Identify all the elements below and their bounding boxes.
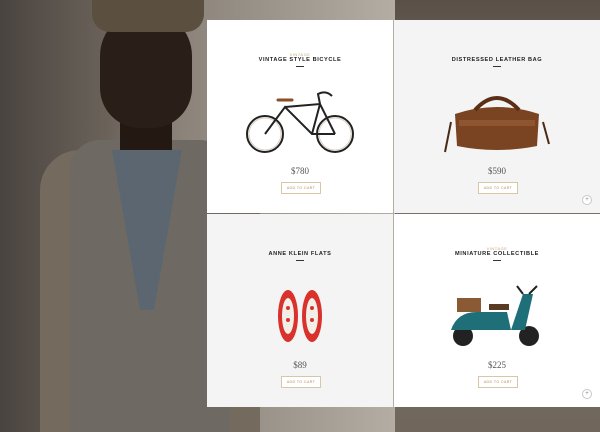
product-image-bicycle[interactable] [207, 82, 393, 172]
product-title[interactable]: Miniature Collectible [394, 251, 600, 257]
product-image-scooter[interactable] [394, 276, 600, 366]
product-image-flats[interactable] [207, 276, 393, 366]
scooter-icon [451, 285, 539, 346]
product-title[interactable]: Distressed Leather Bag [394, 57, 600, 63]
product-card-leather-bag[interactable]: Distressed Leather Bag $590 Add to cart … [394, 20, 600, 213]
product-card-collectible[interactable]: Vintage Miniature Collectible $225 Add t… [394, 214, 600, 407]
product-price: $590 [488, 166, 506, 176]
product-card-bicycle[interactable]: Vintage Vintage Style Bicycle $780 Add t… [207, 20, 393, 213]
product-price: $89 [293, 360, 307, 370]
product-image-leather-bag[interactable] [394, 82, 600, 172]
shoes-icon [278, 290, 322, 342]
product-price: $225 [488, 360, 506, 370]
plus-icon[interactable]: + [582, 195, 592, 205]
add-to-cart-button[interactable]: Add to cart [281, 376, 321, 388]
title-divider [493, 66, 501, 67]
photo-hat [92, 0, 204, 32]
title-divider [296, 260, 304, 261]
product-title[interactable]: Vintage Style Bicycle [207, 57, 393, 63]
product-title[interactable]: Anne Klein Flats [207, 251, 393, 257]
plus-icon[interactable]: + [582, 389, 592, 399]
add-to-cart-button[interactable]: Add to cart [281, 182, 321, 194]
title-divider [296, 66, 304, 67]
bag-icon [444, 96, 550, 153]
product-price: $780 [291, 166, 309, 176]
title-divider [493, 260, 501, 261]
add-to-cart-button[interactable]: Add to cart [478, 376, 518, 388]
product-card-flats[interactable]: Anne Klein Flats $89 Add to cart [207, 214, 393, 407]
bicycle-icon [246, 91, 354, 153]
product-grid: Vintage Vintage Style Bicycle $780 Add t… [207, 20, 600, 408]
add-to-cart-button[interactable]: Add to cart [478, 182, 518, 194]
